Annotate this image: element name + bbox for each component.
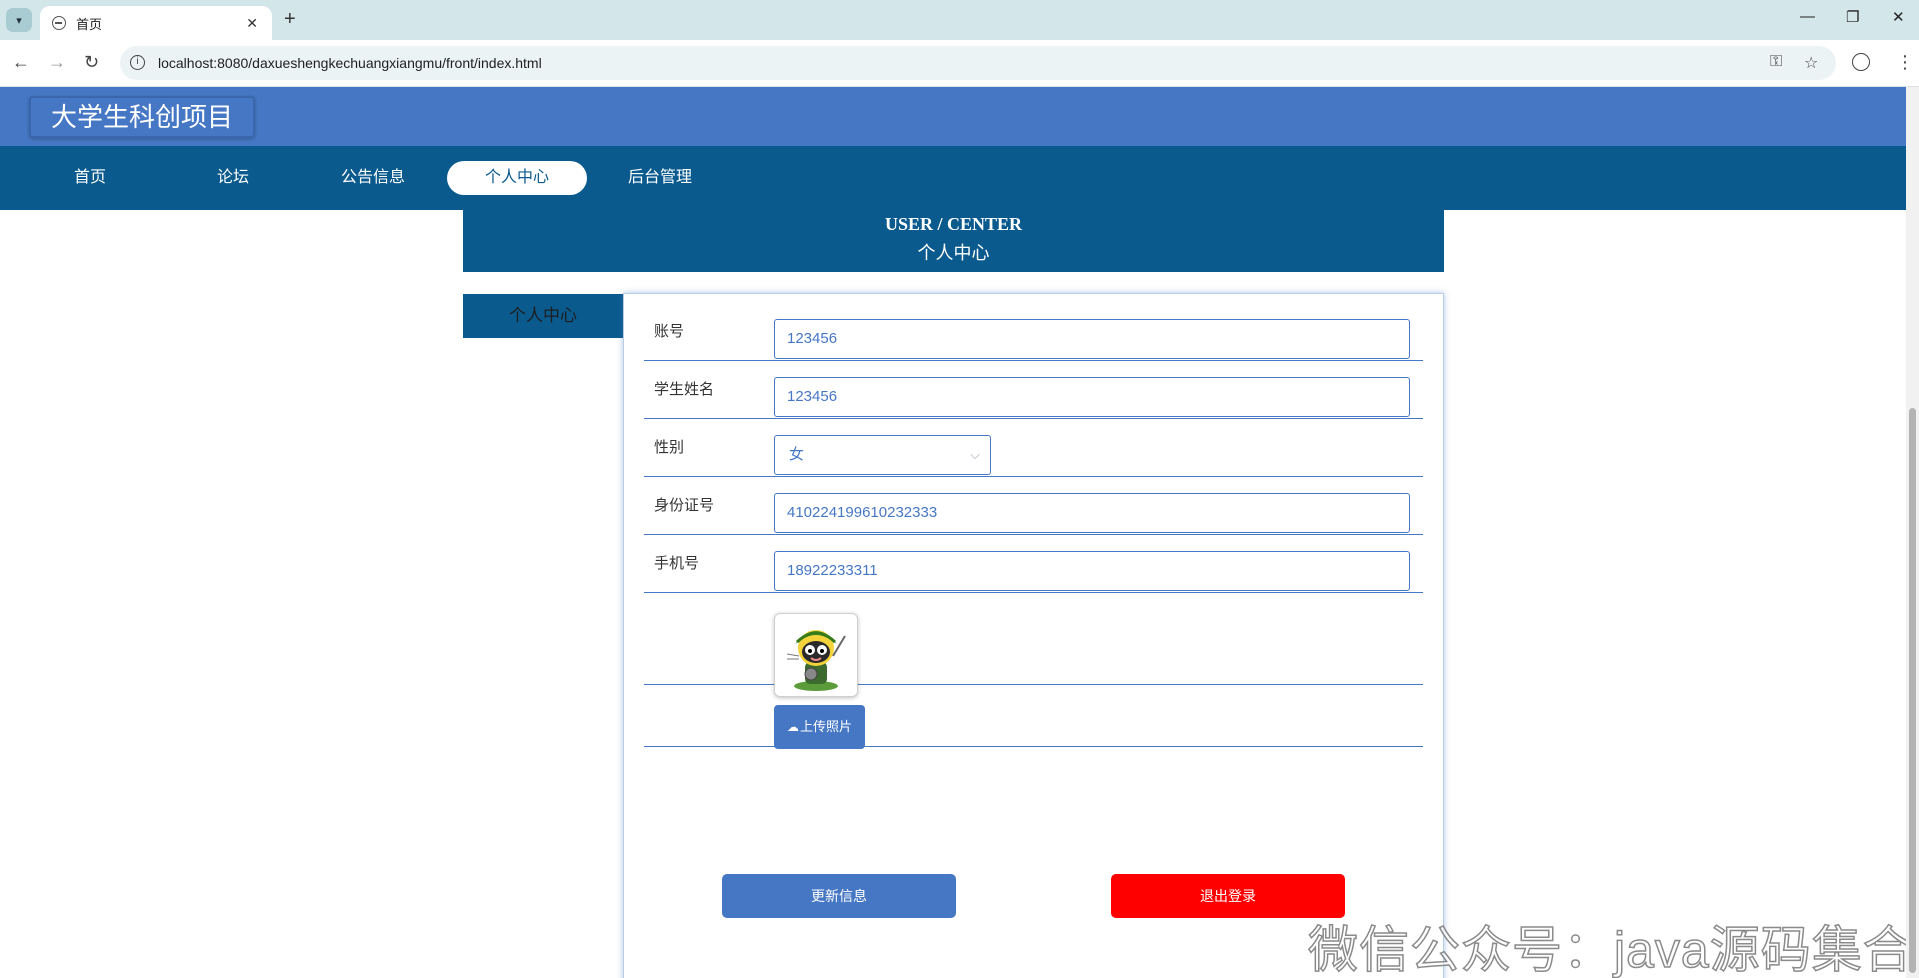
nav-notices[interactable]: 公告信息 [303,161,443,195]
more-menu-icon[interactable]: ⋮ [1896,52,1914,73]
main-nav: 首页 论坛 公告信息 个人中心 后台管理 [0,146,1906,210]
id-number-row: 身份证号 410224199610232333 [644,477,1423,535]
restore-button[interactable]: ❐ [1846,8,1859,26]
avatar-image [786,630,846,691]
id-number-input[interactable]: 410224199610232333 [774,493,1410,533]
section-banner: USER / CENTER 个人中心 [463,210,1444,272]
scrollbar-thumb[interactable] [1909,408,1916,973]
phone-row: 手机号 18922233311 [644,535,1423,593]
banner-title-cn: 个人中心 [917,243,990,263]
browser-toolbar: ← → ↻ i localhost:8080/daxueshengkechuan… [0,40,1919,87]
close-icon[interactable]: ✕ [246,15,258,32]
account-row: 账号 123456 [644,294,1423,361]
globe-icon [52,16,66,30]
site-title: 大学生科创项目 [29,96,256,138]
new-tab-button[interactable]: + [284,8,296,30]
nav-user-center[interactable]: 个人中心 [447,161,587,195]
nav-admin[interactable]: 后台管理 [590,161,730,195]
phone-label: 手机号 [654,555,700,572]
chevron-down-icon: ▾ [16,14,22,27]
account-input[interactable]: 123456 [774,319,1410,359]
nav-forum[interactable]: 论坛 [163,161,303,195]
tab-search-button[interactable]: ▾ [6,8,32,32]
gender-label: 性别 [654,439,685,456]
nav-home[interactable]: 首页 [20,161,160,195]
star-icon[interactable]: ☆ [1804,53,1818,73]
phone-input[interactable]: 18922233311 [774,551,1410,591]
site-header: 大学生科创项目 [0,87,1906,146]
forward-arrow-icon[interactable]: → [48,52,66,73]
upload-photo-label: 上传照片 [799,719,852,734]
upload-row: ☁上传照片 [644,685,1423,749]
chevron-down-icon: ⌵ [970,447,980,462]
student-name-label: 学生姓名 [654,381,715,398]
cloud-upload-icon: ☁ [786,720,799,734]
upload-photo-button[interactable]: ☁上传照片 [774,705,865,749]
gender-select[interactable]: 女 ⌵ [774,435,991,475]
reload-icon[interactable]: ↻ [84,52,99,73]
minimize-button[interactable]: — [1800,8,1815,25]
address-bar[interactable]: i localhost:8080/daxueshengkechuangxiang… [120,46,1836,80]
browser-tab[interactable]: 首页 ✕ [40,6,272,40]
update-info-button[interactable]: 更新信息 [722,874,956,918]
side-menu-user-center[interactable]: 个人中心 [463,294,623,338]
watermark-text: 微信公众号：java源码集合 [1307,921,1906,978]
profile-icon[interactable] [1852,53,1870,71]
avatar-row [644,593,1423,697]
profile-form: 账号 123456 学生姓名 123456 性别 女 ⌵ 身份证号 410224… [623,293,1444,978]
account-label: 账号 [654,323,685,340]
browser-tab-bar: ▾ 首页 ✕ + — ❐ ✕ [0,0,1919,40]
back-arrow-icon[interactable]: ← [12,52,30,73]
tab-title: 首页 [76,16,103,32]
url-text[interactable]: localhost:8080/daxueshengkechuangxiangmu… [158,55,542,71]
banner-title-en: USER / CENTER [884,214,1023,234]
student-name-input[interactable]: 123456 [774,377,1410,417]
page-viewport: 大学生科创项目 首页 论坛 公告信息 个人中心 后台管理 USER / CENT… [0,87,1906,978]
key-icon[interactable]: ⚿ [1770,53,1782,71]
window-close-button[interactable]: ✕ [1892,8,1905,26]
site-info-icon[interactable]: i [130,55,145,70]
gender-selected-value: 女 [789,446,805,463]
id-number-label: 身份证号 [654,497,715,514]
student-name-row: 学生姓名 123456 [644,361,1423,419]
gender-row: 性别 女 ⌵ [644,419,1423,477]
